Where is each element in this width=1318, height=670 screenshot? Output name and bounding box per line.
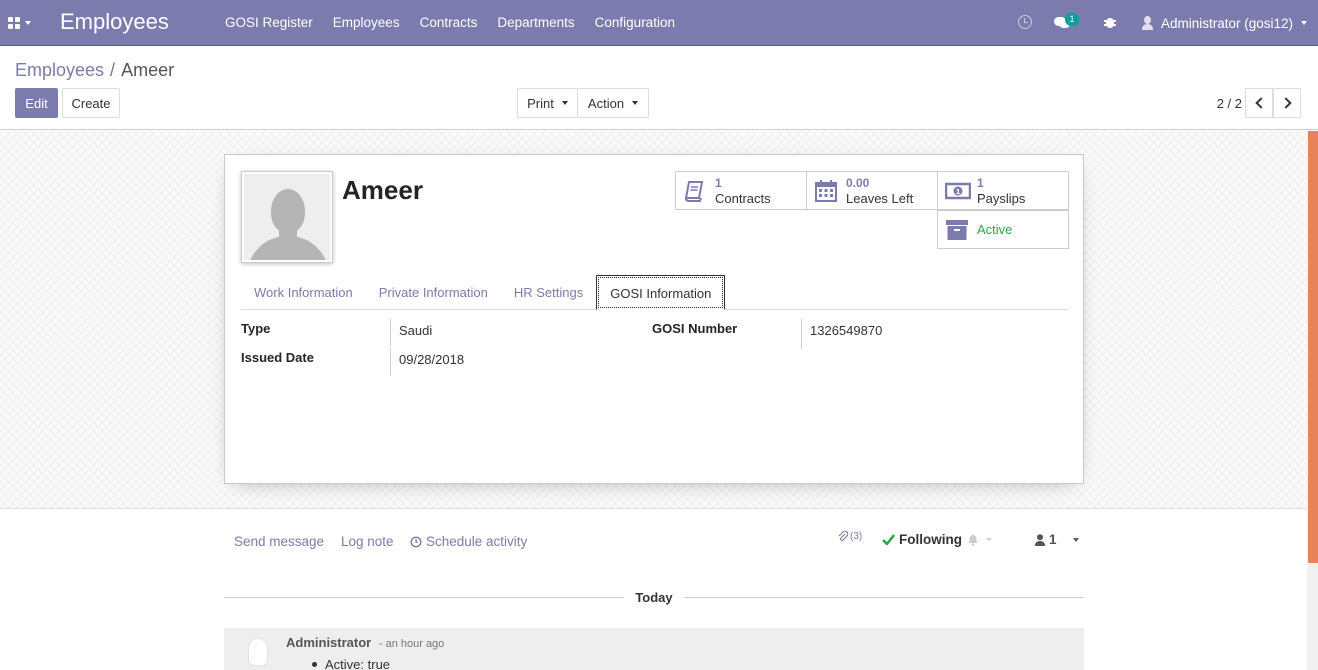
payslips-count: 1: [977, 175, 984, 190]
control-panel: Employees / Ameer Edit Create Print Action…: [0, 46, 1318, 130]
chatter-topbar: Send message Log note Schedule activity …: [224, 527, 1084, 557]
chatter-message: Administrator - an hour ago Active: true: [224, 628, 1084, 670]
form-sheet: Ameer 1 Contracts 0.00 Leaves Left 1 1 Pays…: [224, 154, 1084, 484]
money-icon: 1: [944, 179, 972, 203]
caret-down-icon: [632, 101, 639, 105]
messages-badge: 1: [1065, 13, 1079, 26]
app-title: Employees: [60, 9, 169, 34]
pager-value[interactable]: 2 / 2: [1217, 96, 1242, 111]
attachments-button[interactable]: (3): [838, 531, 862, 542]
tracking-value: Active: true: [325, 657, 391, 670]
calendar-icon: [814, 179, 838, 203]
following-button[interactable]: Following: [882, 532, 992, 547]
menu-item-contracts[interactable]: Contracts: [410, 0, 488, 46]
message-time: - an hour ago: [378, 638, 445, 650]
tab-gosi-information[interactable]: GOSI Information: [596, 275, 726, 310]
clock-icon: [410, 535, 422, 548]
main-menu: GOSI Register Employees Contracts Depart…: [215, 0, 685, 46]
chevron-left-icon: [1254, 97, 1267, 109]
followers-button[interactable]: 1: [1035, 532, 1079, 547]
date-separator: Today: [224, 590, 1084, 606]
breadcrumb-current: Ameer: [121, 60, 175, 80]
caret-down-icon: [25, 21, 31, 25]
leaves-smart-button[interactable]: 0.00 Leaves Left: [806, 171, 938, 210]
employee-avatar[interactable]: [241, 171, 333, 263]
field-divider: [390, 319, 391, 346]
caret-down-icon: [1301, 21, 1308, 25]
gosi-number-value: 1326549870: [810, 323, 883, 338]
action-label: Action: [587, 95, 625, 111]
top-navbar: Employees GOSI Register Employees Contra…: [0, 0, 1318, 46]
pager-previous-button[interactable]: [1245, 88, 1273, 118]
pager-next-button[interactable]: [1273, 88, 1301, 118]
breadcrumb-employees-link[interactable]: Employees: [15, 60, 104, 80]
user-name: Administrator (gosi12): [1161, 15, 1294, 31]
action-button[interactable]: Action: [577, 88, 649, 118]
book-icon: [683, 179, 707, 203]
bell-icon: [968, 534, 978, 546]
breadcrumb-separator: /: [110, 60, 116, 80]
log-note-button[interactable]: Log note: [341, 534, 394, 549]
svg-text:1: 1: [956, 188, 961, 196]
print-button[interactable]: Print: [517, 88, 578, 118]
user-menu[interactable]: Administrator (gosi12): [1142, 0, 1308, 46]
user-icon: [1142, 16, 1153, 30]
issued-date-label: Issued Date: [241, 350, 314, 365]
menu-item-configuration[interactable]: Configuration: [585, 0, 685, 46]
type-value: Saudi: [399, 323, 433, 338]
print-label: Print: [527, 95, 554, 111]
gosi-number-label: GOSI Number: [652, 321, 738, 336]
active-label: Active: [977, 222, 1013, 237]
schedule-activity-button[interactable]: Schedule activity: [410, 534, 527, 549]
activity-clock-icon[interactable]: [1018, 15, 1032, 29]
menu-item-gosi-register[interactable]: GOSI Register: [215, 0, 323, 46]
author-avatar[interactable]: [248, 638, 268, 666]
archive-icon: [945, 218, 969, 242]
payslips-label: Payslips: [977, 190, 1026, 206]
send-message-button[interactable]: Send message: [234, 534, 324, 549]
tab-hr-settings[interactable]: HR Settings: [501, 275, 596, 309]
type-label: Type: [241, 321, 271, 336]
contracts-smart-button[interactable]: 1 Contracts: [675, 171, 807, 210]
user-icon: [1035, 533, 1045, 546]
caret-down-icon: [561, 101, 568, 105]
caret-down-icon: [1072, 537, 1079, 542]
schedule-activity-label: Schedule activity: [426, 534, 528, 549]
message-author[interactable]: Administrator: [286, 635, 371, 650]
menu-item-employees[interactable]: Employees: [323, 0, 410, 46]
field-divider: [801, 319, 802, 349]
attachments-count: (3): [850, 531, 863, 542]
breadcrumb: Employees / Ameer: [15, 60, 174, 81]
check-icon: [882, 534, 895, 545]
chevron-right-icon: [1279, 97, 1292, 109]
active-toggle-button[interactable]: Active: [937, 210, 1069, 249]
apps-menu-button[interactable]: [8, 15, 36, 31]
following-label: Following: [899, 532, 962, 547]
field-divider: [390, 348, 391, 376]
menu-item-departments[interactable]: Departments: [487, 0, 584, 46]
contracts-count: 1: [715, 175, 722, 190]
followers-count: 1: [1049, 532, 1057, 547]
leaves-label: Leaves Left: [846, 190, 914, 206]
contracts-label: Contracts: [715, 190, 771, 206]
debug-bug-icon[interactable]: [1104, 15, 1116, 29]
tab-work-information[interactable]: Work Information: [241, 275, 366, 309]
notebook-tabs: Work Information Private Information HR …: [241, 275, 1068, 310]
bullet-icon: [312, 662, 317, 667]
payslips-smart-button[interactable]: 1 1 Payslips: [937, 171, 1069, 210]
leaves-count: 0.00: [846, 175, 870, 190]
caret-down-icon: [986, 538, 992, 541]
issued-date-value: 09/28/2018: [399, 352, 465, 367]
edit-button[interactable]: Edit: [15, 88, 58, 118]
tab-private-information[interactable]: Private Information: [366, 275, 501, 309]
employee-name: Ameer: [342, 175, 423, 205]
scrollbar-thumb[interactable]: [1308, 131, 1318, 563]
paperclip-icon: [838, 531, 848, 541]
create-button[interactable]: Create: [62, 88, 120, 118]
apps-grid-icon: [8, 17, 20, 29]
date-separator-label: Today: [635, 590, 673, 605]
